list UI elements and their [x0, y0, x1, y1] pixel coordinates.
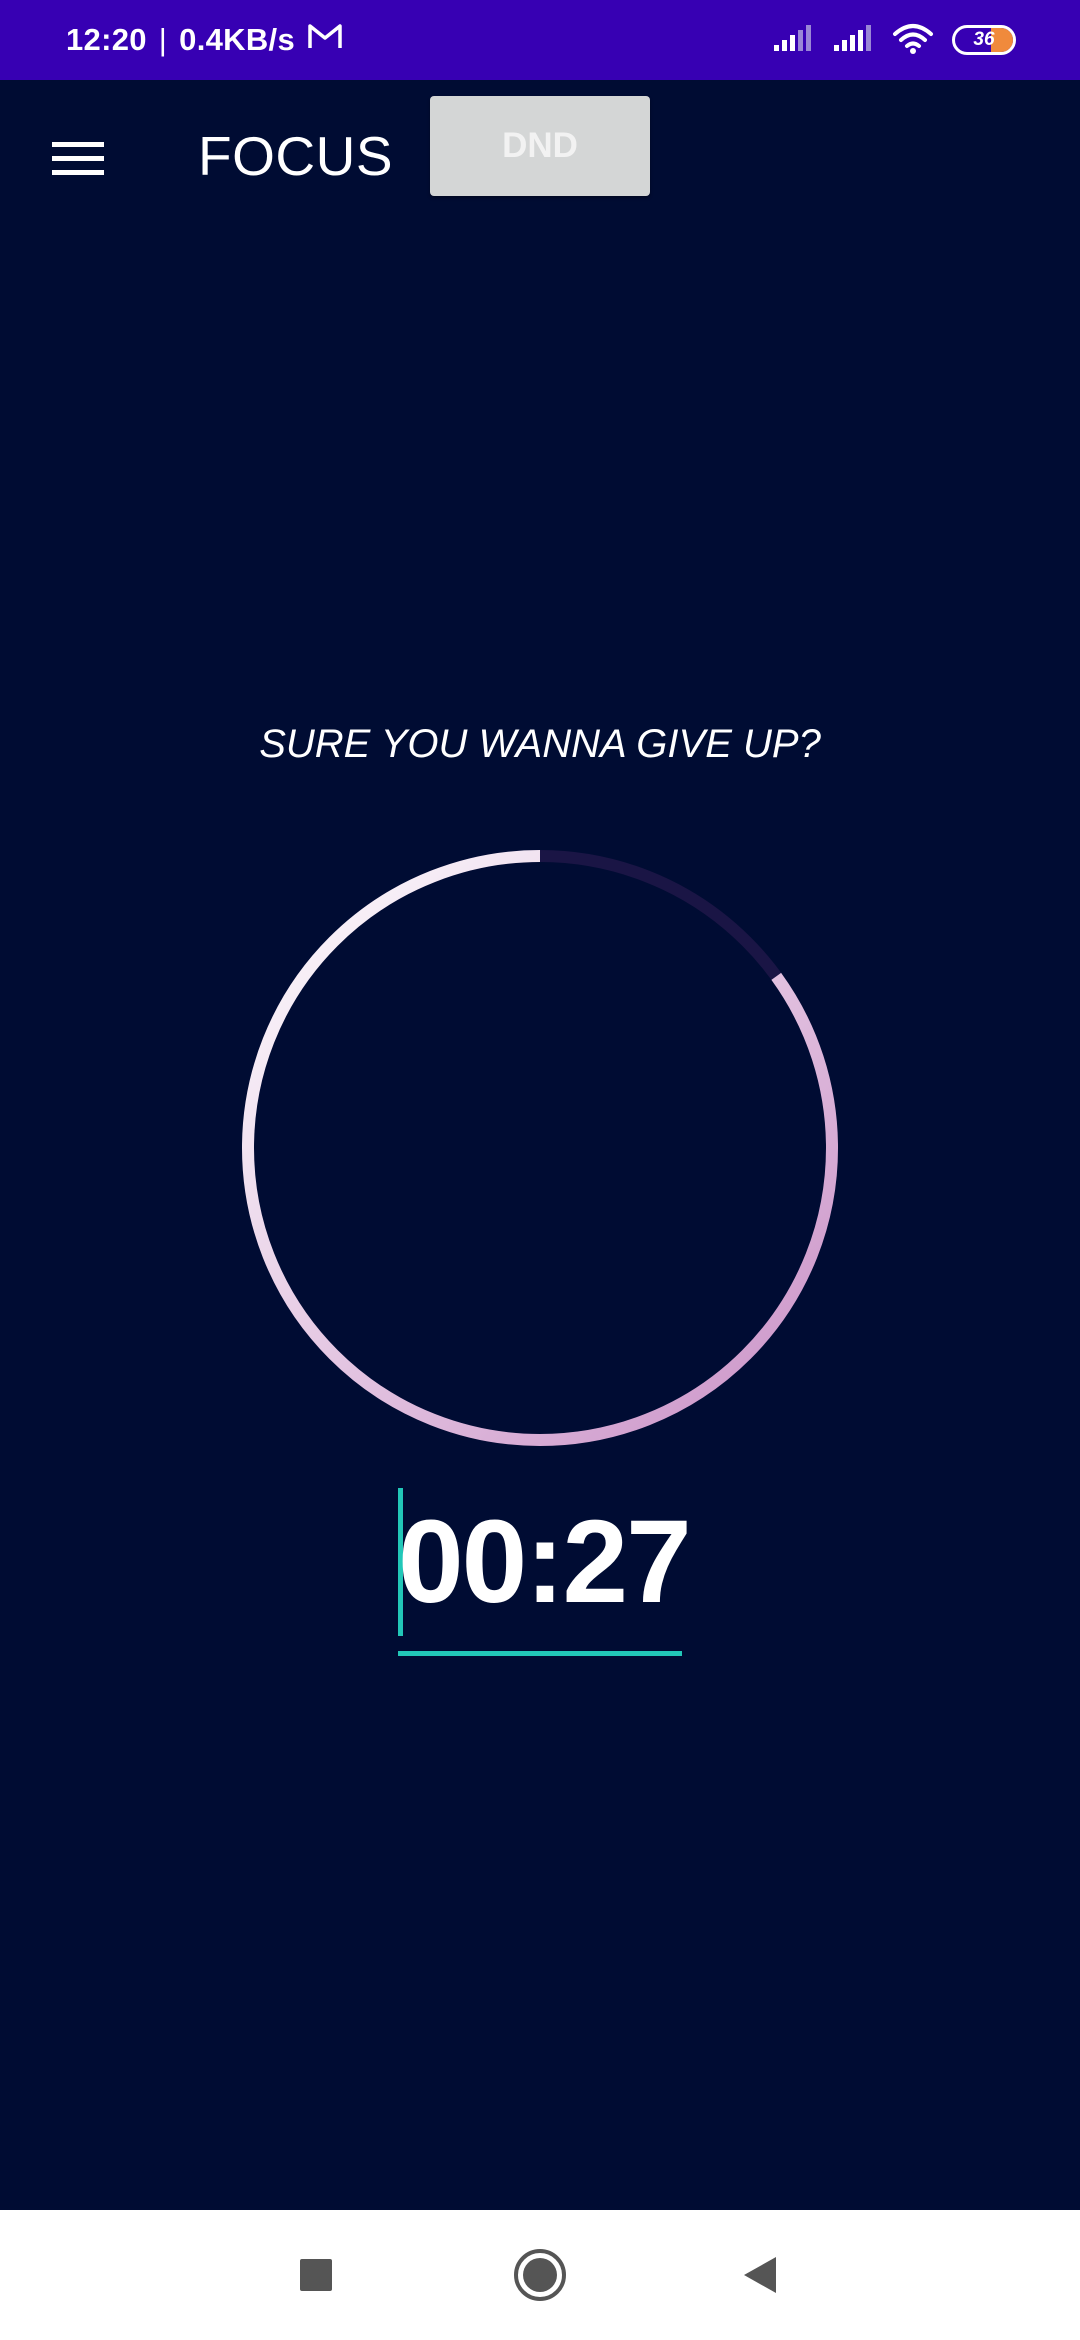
hamburger-menu-icon[interactable]: [42, 128, 112, 188]
circle-icon[interactable]: [480, 2210, 600, 2340]
triangle-back-icon[interactable]: [700, 2210, 820, 2340]
timer-value: 00:27: [398, 1496, 692, 1628]
network-speed: 0.4KB/s: [179, 22, 295, 57]
wifi-icon: [892, 22, 934, 59]
status-bar: 12:20 | 0.4KB/s 36: [0, 0, 1080, 80]
give-up-prompt: SURE YOU WANNA GIVE UP?: [259, 722, 821, 766]
dnd-button[interactable]: DND: [430, 96, 650, 196]
cell-signal-icon: [772, 23, 814, 58]
status-right: 36: [772, 0, 1016, 80]
status-time: 12:20: [66, 22, 147, 57]
timer-input[interactable]: 00:27: [398, 1488, 692, 1656]
battery-level: 36: [973, 29, 995, 50]
square-icon[interactable]: [256, 2210, 376, 2340]
status-separator: |: [158, 22, 168, 57]
navigation-bar: [0, 2210, 1080, 2340]
battery-icon: 36: [952, 25, 1016, 55]
gmail-icon: [307, 22, 343, 58]
progress-ring: [242, 850, 838, 1446]
status-left: 12:20 | 0.4KB/s: [66, 0, 343, 80]
app-title: FOCUS: [198, 125, 393, 187]
cell-signal-icon-2: [832, 23, 874, 58]
